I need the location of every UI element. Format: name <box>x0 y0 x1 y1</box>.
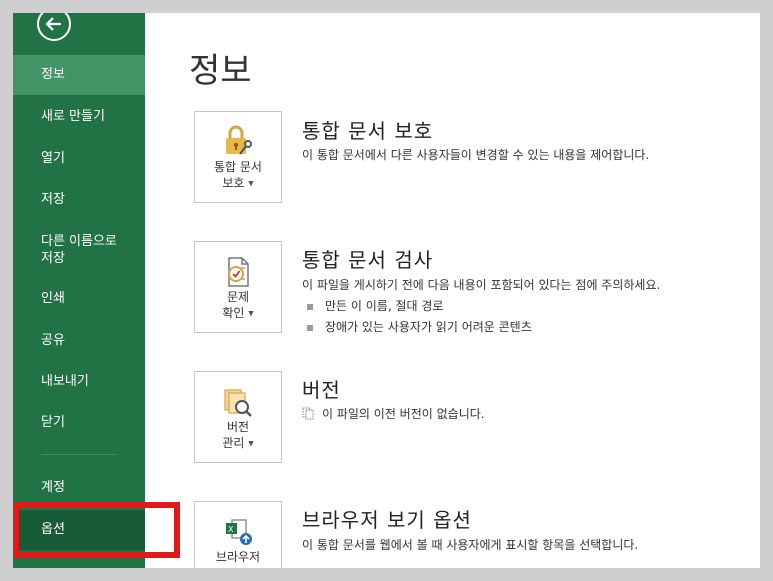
nav-options[interactable]: 옵션 <box>13 510 145 550</box>
backstage-window: 정보 새로 만들기 열기 저장 다른 이름으로 저장 인쇄 공유 내보내기 닫기… <box>13 13 760 568</box>
back-button[interactable] <box>37 13 71 41</box>
versions-icon <box>224 389 252 417</box>
inspect-workbook-desc: 이 파일을 게시하기 전에 다음 내용이 포함되어 있다는 점에 주의하세요. <box>302 278 661 292</box>
versions-label-line1: 버전 <box>226 420 250 434</box>
list-item: 장애가 있는 사용자가 읽기 어려운 콘텐츠 <box>307 318 532 335</box>
nav-share[interactable]: 공유 <box>13 321 145 361</box>
bullet-square-icon <box>307 324 313 331</box>
browser-view-options-button[interactable]: X 브라우저 <box>194 501 282 568</box>
nav-close[interactable]: 닫기 <box>13 403 145 443</box>
browser-view-title: 브라우저 보기 옵션 <box>302 508 472 532</box>
document-copy-icon <box>302 407 314 420</box>
versions-title: 버전 <box>302 378 341 402</box>
protect-workbook-button[interactable]: 통합 문서 보호 ▼ <box>194 111 282 203</box>
nav-account[interactable]: 계정 <box>13 468 145 508</box>
bullet-text: 만든 이 이름, 절대 경로 <box>325 299 444 313</box>
dropdown-caret-icon: ▼ <box>248 179 254 188</box>
browser-label-line1: 브라우저 <box>215 550 261 564</box>
versions-desc-row: 이 파일의 이전 버전이 없습니다. <box>302 405 485 422</box>
nav-export[interactable]: 내보내기 <box>13 362 145 402</box>
manage-versions-label: 버전 관리 ▼ <box>195 419 281 452</box>
nav-divider <box>41 454 117 455</box>
protect-workbook-label: 통합 문서 보호 ▼ <box>195 159 281 192</box>
svg-text:X: X <box>228 525 234 534</box>
backstage-sidebar: 정보 새로 만들기 열기 저장 다른 이름으로 저장 인쇄 공유 내보내기 닫기… <box>13 13 145 568</box>
bullet-text: 장애가 있는 사용자가 읽기 어려운 콘텐츠 <box>325 320 532 334</box>
nav-info[interactable]: 정보 <box>13 55 145 95</box>
protect-label-line1: 통합 문서 <box>214 160 262 174</box>
check-issues-button[interactable]: 문제 확인 ▼ <box>194 241 282 333</box>
protect-workbook-desc: 이 통합 문서에서 다른 사용자들이 변경할 수 있는 내용을 제어합니다. <box>302 148 650 162</box>
nav-save-as[interactable]: 다른 이름으로 저장 <box>13 229 145 269</box>
nav-print[interactable]: 인쇄 <box>13 279 145 319</box>
check-issues-label: 문제 확인 ▼ <box>195 289 281 322</box>
bullet-square-icon <box>307 303 313 310</box>
back-arrow-icon <box>45 17 61 31</box>
excel-browser-icon: X <box>226 519 252 545</box>
dropdown-caret-icon: ▼ <box>248 309 254 318</box>
manage-versions-button[interactable]: 버전 관리 ▼ <box>194 371 282 463</box>
versions-desc: 이 파일의 이전 버전이 없습니다. <box>322 407 485 421</box>
versions-label-line2: 관리 <box>222 436 245 450</box>
nav-save[interactable]: 저장 <box>13 180 145 220</box>
lock-key-icon <box>226 125 252 155</box>
protect-workbook-title: 통합 문서 보호 <box>302 119 434 143</box>
browser-view-label: 브라우저 <box>195 549 281 565</box>
page-title: 정보 <box>189 51 252 91</box>
protect-label-line2: 보호 <box>222 176 245 190</box>
document-inspect-icon <box>228 257 249 287</box>
list-item: 만든 이 이름, 절대 경로 <box>307 297 443 314</box>
inspect-workbook-title: 통합 문서 검사 <box>302 248 434 272</box>
nav-open[interactable]: 열기 <box>13 139 145 179</box>
nav-new[interactable]: 새로 만들기 <box>13 97 145 137</box>
browser-view-desc: 이 통합 문서를 웹에서 볼 때 사용자에게 표시할 항목을 선택합니다. <box>302 538 639 552</box>
check-label-line2: 확인 <box>222 306 245 320</box>
dropdown-caret-icon: ▼ <box>248 439 254 448</box>
check-label-line1: 문제 <box>226 290 250 304</box>
